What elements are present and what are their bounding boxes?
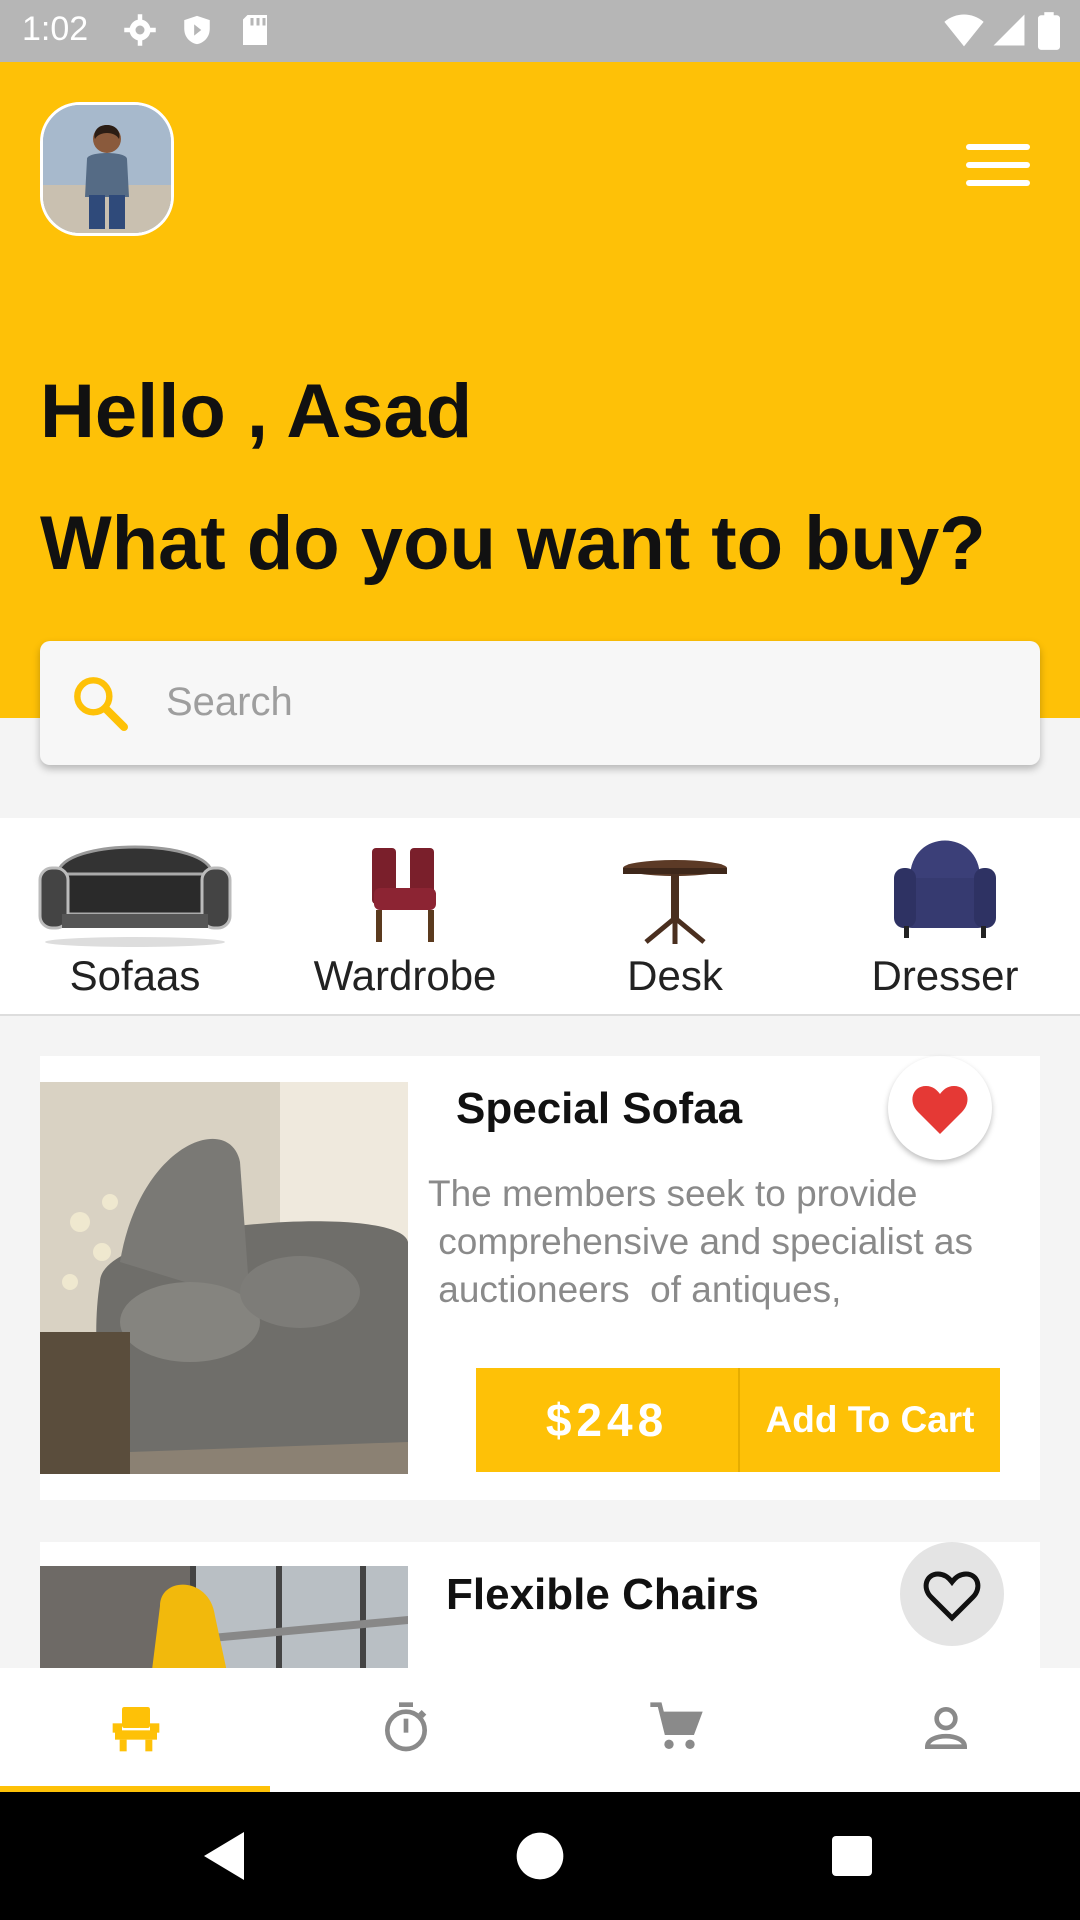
avatar[interactable] (40, 102, 174, 236)
favorite-button[interactable] (900, 1542, 1004, 1646)
menu-button[interactable] (966, 144, 1030, 192)
status-bar: 1:02 (0, 0, 1080, 62)
product-image (40, 1566, 408, 1672)
armchair-icon (894, 840, 996, 938)
search-bar[interactable] (40, 641, 1040, 765)
product-price: $248 (476, 1368, 740, 1472)
category-label: Wardrobe (313, 952, 497, 999)
heart-outline-icon (923, 1571, 981, 1622)
price-cart-bar: $248 Add To Cart (476, 1368, 1000, 1472)
nav-timer[interactable] (270, 1668, 540, 1792)
gear-icon (124, 14, 156, 46)
favorite-button[interactable] (888, 1056, 992, 1160)
product-card[interactable]: Special Sofaa The members seek to provid… (40, 1056, 1040, 1500)
home-icon[interactable] (512, 1828, 568, 1884)
heart-icon (912, 1086, 968, 1134)
profile-icon (924, 1707, 968, 1749)
signal-icon (993, 14, 1025, 46)
wifi-icon (944, 14, 984, 47)
timer-icon (385, 1702, 427, 1752)
product-image (40, 1082, 408, 1474)
category-sofaas[interactable]: Sofaas (0, 818, 270, 1014)
question-heading: What do you want to buy? (40, 501, 986, 586)
category-wardrobe[interactable]: Wardrobe (270, 818, 540, 1014)
category-dresser[interactable]: Dresser (810, 818, 1080, 1014)
bottom-navigation (0, 1668, 1080, 1792)
category-label: Sofaas (69, 952, 201, 999)
search-icon (74, 677, 128, 731)
status-time: 1:02 (22, 10, 89, 48)
category-strip: Sofaas Wardrobe Desk Dresser (0, 818, 1080, 1016)
category-desk[interactable]: Desk (540, 818, 810, 1014)
table-icon (623, 860, 727, 944)
system-nav-bar (0, 1792, 1080, 1920)
shield-icon (184, 15, 210, 45)
chair-nav-icon (112, 1707, 160, 1752)
product-card[interactable]: Flexible Chairs (40, 1542, 1040, 1672)
menu-icon (966, 144, 1030, 150)
nav-profile[interactable] (810, 1668, 1080, 1792)
add-to-cart-button[interactable]: Add To Cart (740, 1368, 1000, 1472)
category-label: Dresser (871, 952, 1019, 999)
product-description: The members seek to provide comprehensiv… (428, 1173, 974, 1310)
nav-cart[interactable] (540, 1668, 810, 1792)
category-label: Desk (627, 952, 723, 999)
nav-home[interactable] (0, 1668, 270, 1792)
product-title: Special Sofaa (456, 1084, 743, 1133)
chair-icon (372, 848, 436, 942)
search-input[interactable] (164, 671, 1008, 733)
avatar-photo (43, 105, 171, 233)
sd-card-icon (243, 15, 267, 45)
battery-icon (1038, 12, 1060, 50)
greeting-text: Hello , Asad (40, 369, 473, 454)
product-title: Flexible Chairs (446, 1570, 760, 1619)
back-icon[interactable] (200, 1828, 248, 1884)
sofa-icon (38, 845, 232, 947)
recents-icon[interactable] (830, 1828, 874, 1884)
cart-icon (650, 1702, 703, 1749)
